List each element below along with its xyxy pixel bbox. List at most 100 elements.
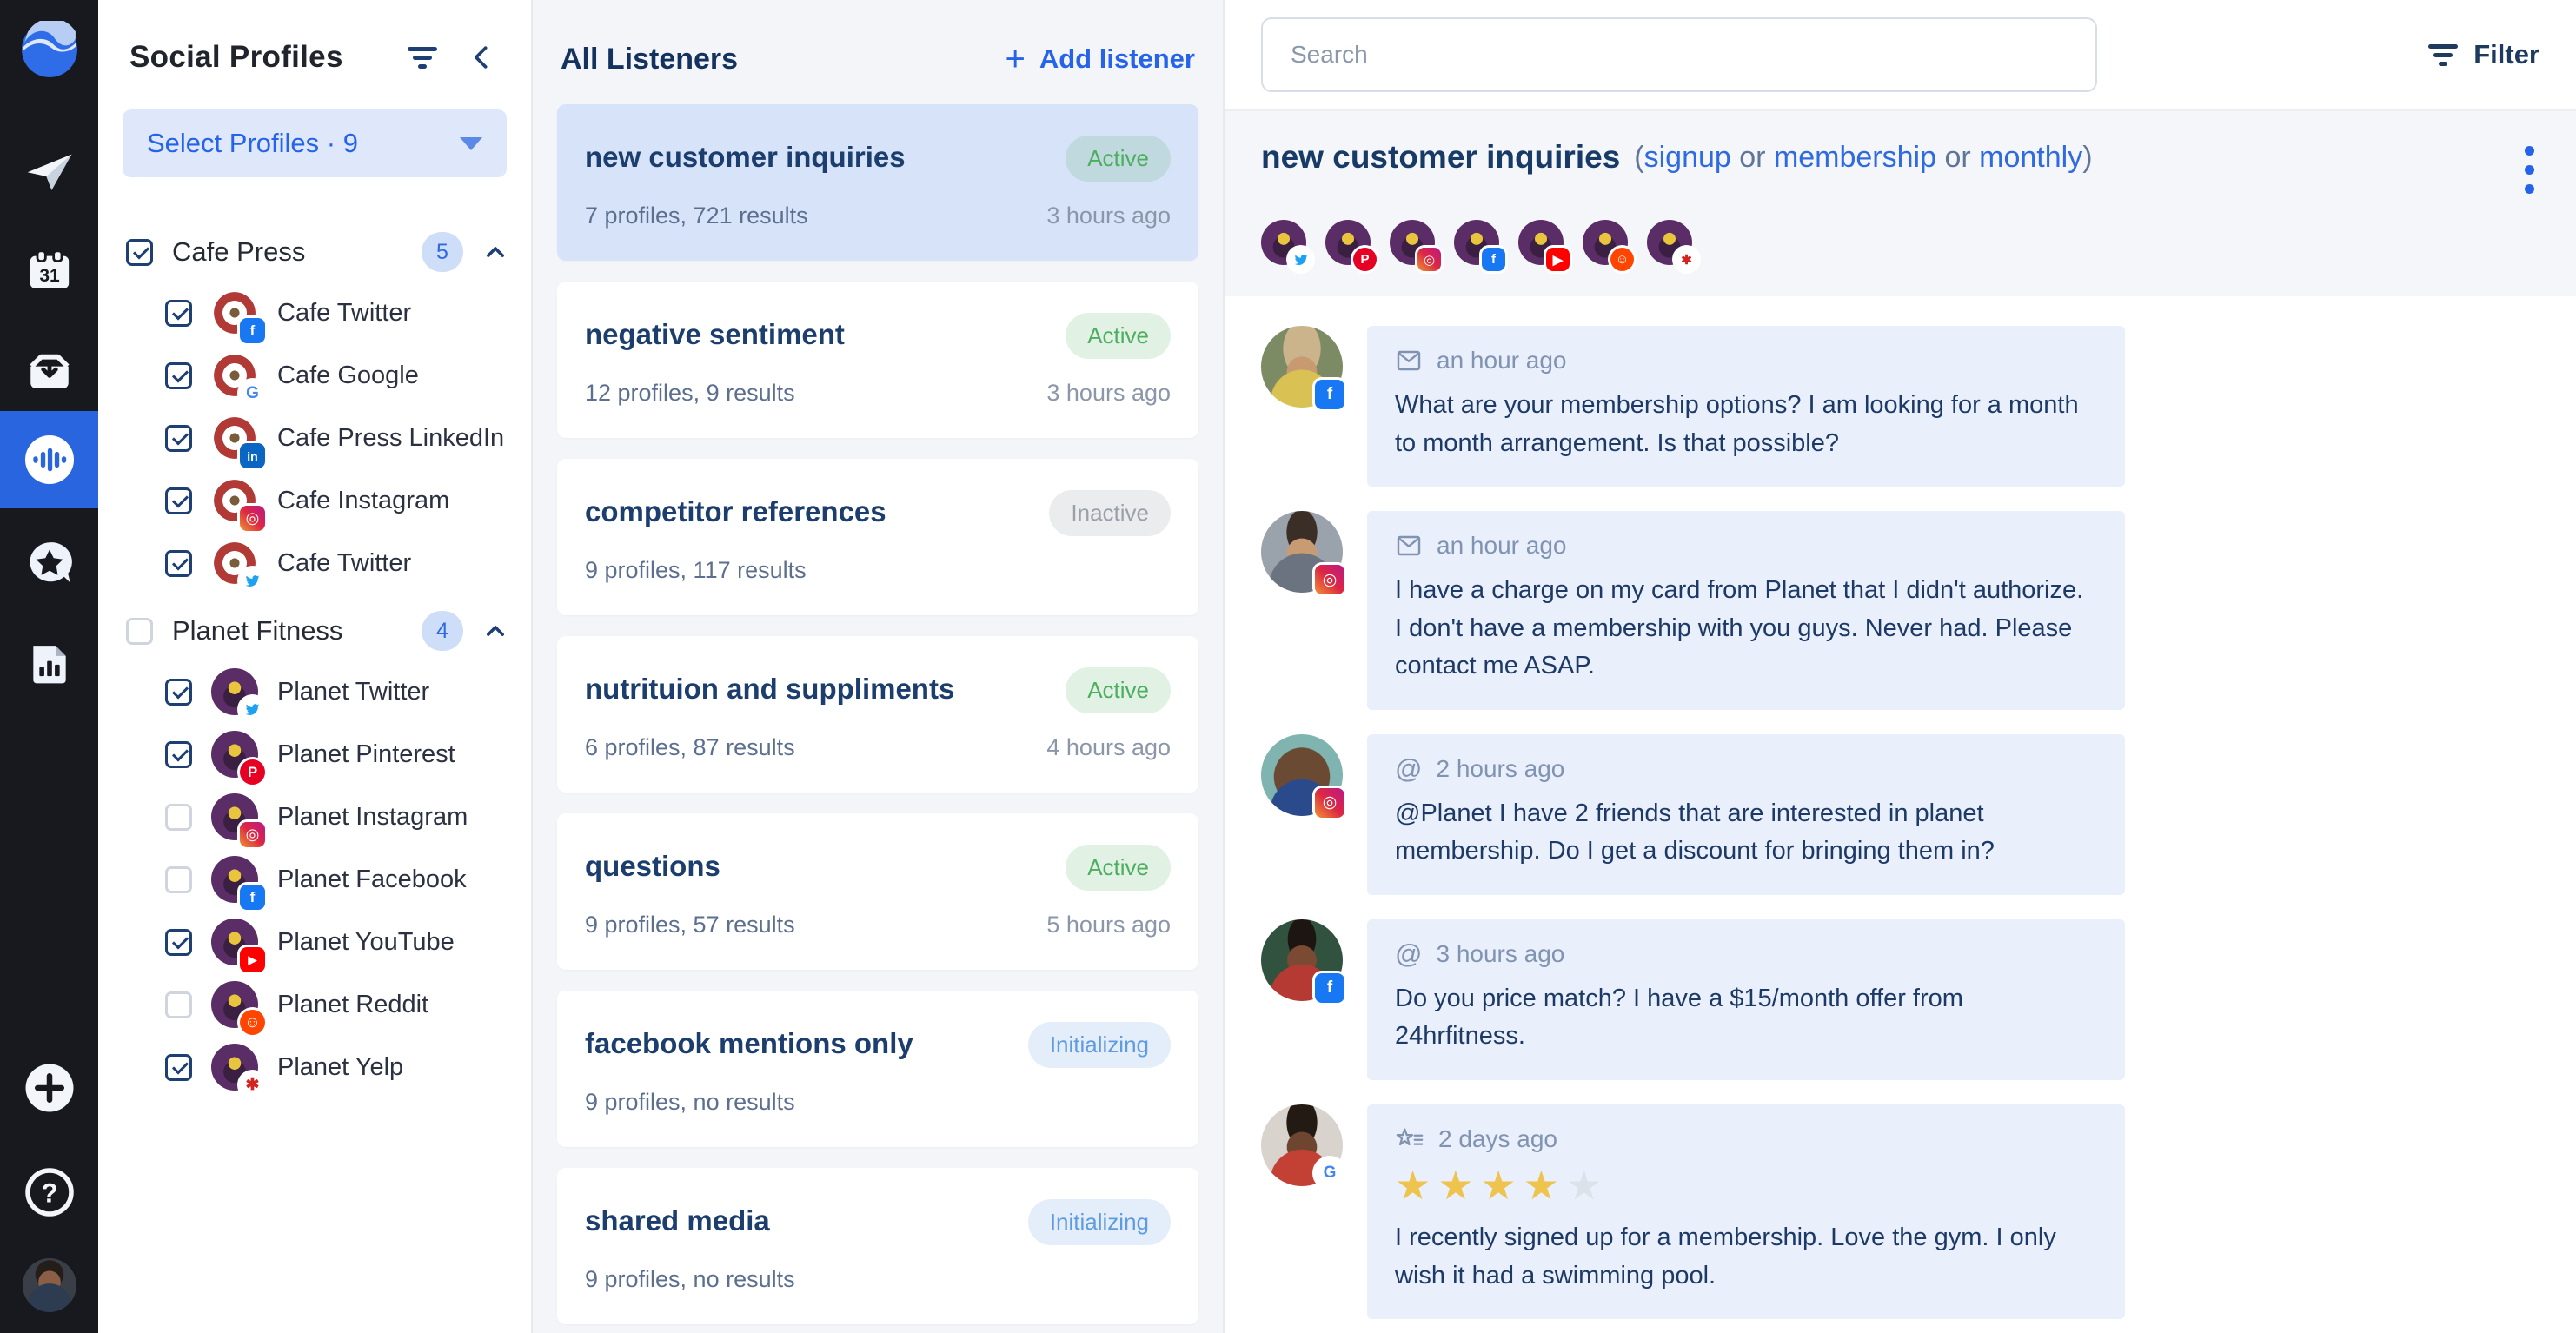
checkbox[interactable] (126, 618, 153, 645)
checkbox[interactable] (165, 362, 192, 389)
message-time: an hour ago (1437, 532, 1566, 560)
listener-card[interactable]: questions Active 9 profiles, 57 results … (557, 813, 1198, 970)
profile-avatar[interactable] (1261, 220, 1306, 265)
listeners-panel: All Listeners + Add listener new custome… (533, 0, 1225, 1333)
cafe-press-avatar: f (211, 289, 258, 336)
profile-row[interactable]: ✱ Planet Yelp (126, 1036, 508, 1098)
planet-fitness-avatar: ☺ (211, 981, 258, 1028)
checkbox[interactable] (165, 1054, 192, 1081)
listeners-wave-icon[interactable] (0, 432, 98, 487)
checkbox[interactable] (165, 929, 192, 956)
profile-row[interactable]: f Planet Facebook (126, 848, 508, 911)
calendar-icon[interactable]: 31 (0, 246, 98, 295)
listener-card[interactable]: shared media Initializing 9 profiles, no… (557, 1168, 1198, 1324)
listener-card[interactable]: nutrituion and suppliments Active 6 prof… (557, 636, 1198, 793)
listener-card[interactable]: competitor references Inactive 9 profile… (557, 459, 1198, 615)
star-rating: ★★★★★ (1395, 1164, 2097, 1208)
sender-avatar: ◎ (1261, 511, 1343, 593)
profile-avatar[interactable]: f (1454, 220, 1499, 265)
app-window: 31 ? Social Profiles (0, 0, 2576, 1333)
yelp-icon: ✱ (240, 1072, 265, 1098)
filter-label: Filter (2473, 39, 2539, 70)
message-text: @Planet I have 2 friends that are intere… (1395, 795, 2097, 871)
message-row[interactable]: f an hour ago What are your membership o… (1261, 326, 2539, 487)
profile-row[interactable]: Planet Twitter (126, 660, 508, 723)
checkbox[interactable] (165, 866, 192, 893)
help-icon[interactable]: ? (0, 1166, 98, 1218)
checkbox[interactable] (165, 550, 192, 577)
search-input[interactable] (1261, 17, 2097, 92)
listener-meta: 12 profiles, 9 results (585, 380, 1046, 407)
profile-row[interactable]: ◎ Planet Instagram (126, 786, 508, 848)
add-icon[interactable] (0, 1062, 98, 1114)
profile-avatar[interactable]: ◎ (1390, 220, 1435, 265)
message-row[interactable]: f @3 hours ago Do you price match? I hav… (1261, 919, 2539, 1080)
listener-title: negative sentiment (585, 313, 1066, 351)
query-keyword[interactable]: signup (1644, 141, 1731, 174)
query-keyword[interactable]: monthly (1979, 141, 2082, 174)
listener-card[interactable]: new customer inquiries Active 7 profiles… (557, 104, 1198, 261)
pinterest-icon: P (240, 759, 265, 785)
listener-card[interactable]: facebook mentions only Initializing 9 pr… (557, 991, 1198, 1147)
svg-text:31: 31 (39, 266, 60, 286)
checkbox[interactable] (165, 487, 192, 514)
profile-row[interactable]: G Cafe Google (126, 344, 508, 407)
youtube-icon: ▶ (240, 947, 265, 972)
reports-document-icon[interactable] (0, 639, 98, 687)
profile-row[interactable]: ▶ Planet YouTube (126, 911, 508, 973)
profile-avatar[interactable]: ☺ (1583, 220, 1628, 265)
linkedin-icon: in (240, 443, 265, 468)
profile-row[interactable]: ☺ Planet Reddit (126, 973, 508, 1036)
checkbox[interactable] (126, 239, 153, 266)
checkbox[interactable] (165, 679, 192, 706)
chevron-up-icon[interactable] (482, 239, 508, 265)
main-topbar: Filter (1225, 0, 2576, 111)
listeners-panel-title: All Listeners (561, 43, 1005, 76)
planet-fitness-avatar: ◎ (211, 793, 258, 840)
query-or: or (1731, 141, 1774, 174)
checkbox[interactable] (165, 425, 192, 452)
profile-row[interactable]: ◎ Cafe Instagram (126, 469, 508, 532)
message-row[interactable]: ◎ @2 hours ago @Planet I have 2 friends … (1261, 734, 2539, 895)
profile-label: Planet Reddit (277, 991, 428, 1019)
message-bubble: @2 hours ago @Planet I have 2 friends th… (1367, 734, 2125, 895)
add-listener-button[interactable]: + Add listener (1005, 42, 1195, 76)
cloud-logo-icon[interactable] (0, 21, 98, 78)
query-keyword[interactable]: membership (1774, 141, 1936, 174)
profile-label: Cafe Press LinkedIn (277, 424, 504, 453)
profile-avatar[interactable]: P (1325, 220, 1371, 265)
listener-card[interactable]: negative sentiment Active 12 profiles, 9… (557, 282, 1198, 438)
status-badge: Active (1066, 845, 1171, 891)
checkbox[interactable] (165, 741, 192, 768)
checkbox[interactable] (165, 991, 192, 1018)
profile-avatar[interactable]: ✱ (1647, 220, 1692, 265)
profile-row[interactable]: P Planet Pinterest (126, 723, 508, 786)
profile-row[interactable]: f Cafe Twitter (126, 282, 508, 344)
checkbox[interactable] (165, 300, 192, 327)
filter-icon (2428, 44, 2458, 66)
user-avatar-image (23, 1258, 76, 1312)
profile-avatar[interactable]: ▶ (1518, 220, 1564, 265)
user-avatar[interactable] (0, 1258, 98, 1312)
collapse-panel-icon[interactable] (467, 43, 496, 72)
message-row[interactable]: ◎ an hour ago I have a charge on my card… (1261, 511, 2539, 710)
profiles-filter-icon[interactable] (408, 47, 437, 69)
message-row[interactable]: G 2 days ago ★★★★★ I recently signed up … (1261, 1104, 2539, 1320)
reviews-star-icon[interactable] (0, 537, 98, 589)
kebab-menu-icon[interactable] (2525, 139, 2539, 194)
facebook-icon: f (240, 885, 265, 910)
profiles-panel-title: Social Profiles (129, 40, 378, 75)
group-label: Cafe Press (172, 236, 402, 268)
content-inbox-icon[interactable] (0, 343, 98, 394)
sender-avatar: f (1261, 326, 1343, 408)
direct-message-icon (1395, 347, 1423, 375)
chevron-up-icon[interactable] (482, 618, 508, 644)
planet-fitness-avatar: f (211, 856, 258, 903)
filter-button[interactable]: Filter (2428, 39, 2539, 70)
publish-plane-icon[interactable] (0, 146, 98, 196)
checkbox[interactable] (165, 804, 192, 831)
profile-row[interactable]: Cafe Twitter (126, 532, 508, 594)
profile-row[interactable]: in Cafe Press LinkedIn (126, 407, 508, 469)
profile-label: Planet Facebook (277, 865, 467, 894)
select-profiles-dropdown[interactable]: Select Profiles · 9 (123, 109, 507, 177)
